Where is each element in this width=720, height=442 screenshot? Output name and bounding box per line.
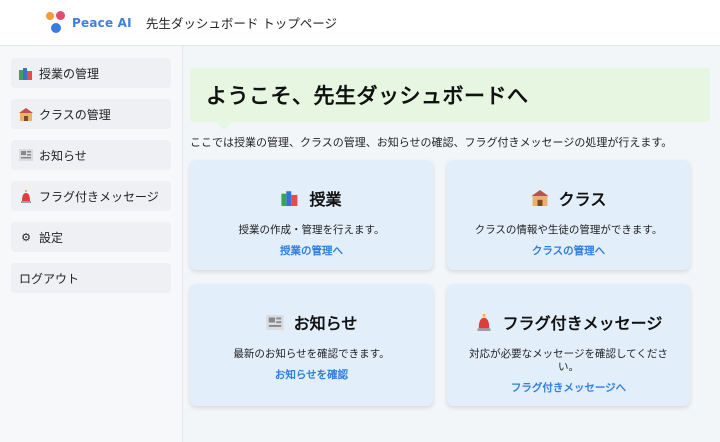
intro-text: ここでは授業の管理、クラスの管理、お知らせの確認、フラグ付きメッセージの処理が行… bbox=[190, 136, 673, 149]
sidebar-item-settings[interactable]: ⚙ 設定 bbox=[11, 222, 171, 252]
sidebar-item-classes[interactable]: クラスの管理 bbox=[11, 99, 171, 129]
card-title: フラグ付きメッセージ bbox=[502, 314, 663, 333]
lessons-link[interactable]: 授業の管理へ bbox=[280, 243, 343, 258]
books-icon bbox=[19, 66, 33, 80]
sidebar: 授業の管理 クラスの管理 お知らせ フラグ付きメッセージ ⚙ 設定 ログアウト bbox=[0, 46, 183, 442]
classes-link[interactable]: クラスの管理へ bbox=[532, 243, 605, 258]
card-title: お知らせ bbox=[293, 314, 358, 333]
card-flagged-messages: フラグ付きメッセージ 対応が必要なメッセージを確認してください。 フラグ付きメッ… bbox=[447, 284, 690, 406]
newspaper-icon bbox=[265, 313, 284, 331]
sidebar-item-label: ログアウト bbox=[19, 271, 80, 286]
sidebar-item-label: お知らせ bbox=[39, 148, 87, 163]
card-description: クラスの情報や生徒の管理ができます。 bbox=[474, 224, 663, 236]
card-lessons: 授業 授業の作成・管理を行えます。 授業の管理へ bbox=[190, 160, 433, 270]
card-description: 最新のお知らせを確認できます。 bbox=[233, 348, 390, 360]
logo-text: Peace AI bbox=[72, 15, 132, 30]
school-icon bbox=[531, 189, 549, 207]
sidebar-item-flagged-messages[interactable]: フラグ付きメッセージ bbox=[11, 181, 171, 211]
card-classes: クラス クラスの情報や生徒の管理ができます。 クラスの管理へ bbox=[447, 160, 690, 270]
card-notices: お知らせ 最新のお知らせを確認できます。 お知らせを確認 bbox=[190, 284, 433, 406]
sidebar-item-label: 授業の管理 bbox=[39, 66, 100, 81]
top-header: Peace AI 先生ダッシュボード トップページ bbox=[0, 0, 720, 46]
flagged-messages-link[interactable]: フラグ付きメッセージへ bbox=[511, 380, 626, 395]
card-description: 授業の作成・管理を行えます。 bbox=[238, 224, 385, 236]
newspaper-icon bbox=[19, 148, 33, 162]
welcome-title: ようこそ、先生ダッシュボードへ bbox=[206, 84, 529, 108]
sidebar-item-label: 設定 bbox=[39, 230, 64, 245]
school-icon bbox=[19, 107, 33, 121]
welcome-banner: ようこそ、先生ダッシュボードへ bbox=[190, 68, 710, 130]
card-title: クラス bbox=[558, 190, 607, 209]
gear-icon: ⚙ bbox=[21, 230, 31, 244]
sidebar-item-notices[interactable]: お知らせ bbox=[11, 140, 171, 170]
page-header-title: 先生ダッシュボード トップページ bbox=[145, 16, 338, 31]
card-description: 対応が必要なメッセージを確認してください。 bbox=[469, 348, 668, 374]
logo[interactable]: Peace AI bbox=[44, 9, 132, 37]
sidebar-item-logout[interactable]: ログアウト bbox=[11, 263, 171, 293]
logo-mark-icon bbox=[44, 9, 68, 37]
siren-icon bbox=[19, 189, 33, 203]
sidebar-item-label: クラスの管理 bbox=[39, 107, 111, 122]
notices-link[interactable]: お知らせを確認 bbox=[275, 367, 348, 382]
sidebar-item-label: フラグ付きメッセージ bbox=[39, 189, 159, 204]
main-content: ようこそ、先生ダッシュボードへ ここでは授業の管理、クラスの管理、お知らせの確認… bbox=[183, 46, 720, 442]
welcome-banner-tail bbox=[216, 122, 232, 130]
sidebar-item-lessons[interactable]: 授業の管理 bbox=[11, 58, 171, 88]
books-icon bbox=[281, 189, 299, 207]
card-title: 授業 bbox=[309, 190, 342, 209]
siren-icon bbox=[475, 313, 493, 331]
